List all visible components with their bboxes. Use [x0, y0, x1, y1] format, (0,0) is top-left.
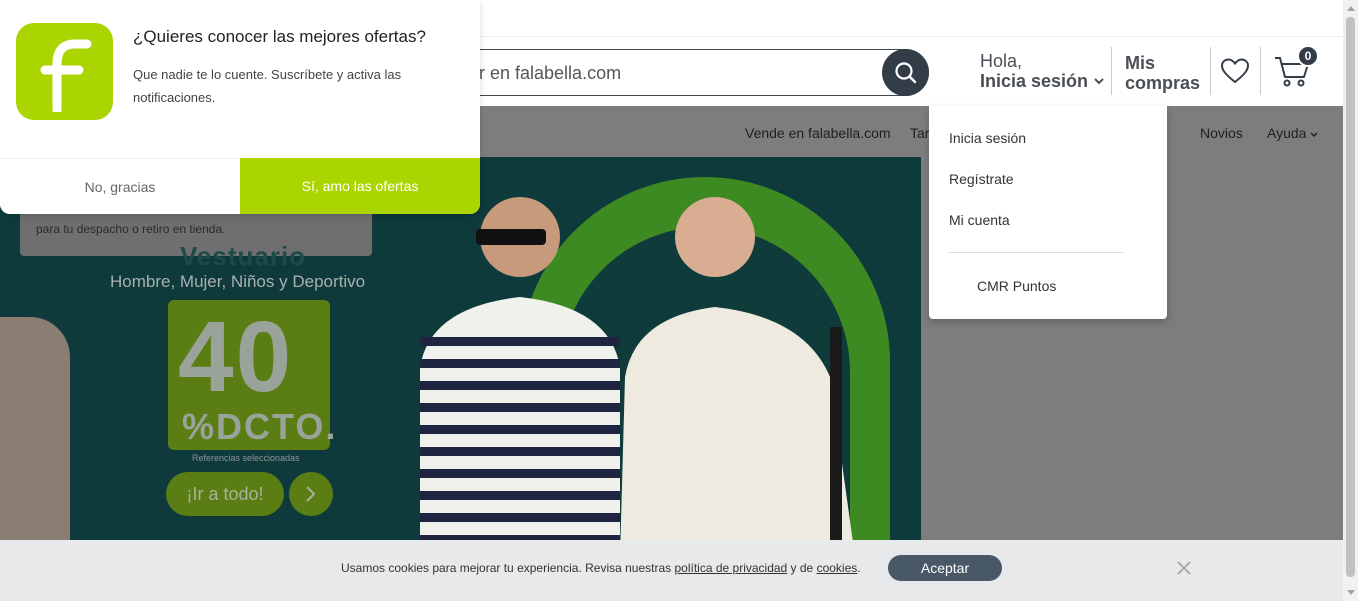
notification-body: Que nadie te lo cuente. Suscríbete y act…	[133, 67, 402, 105]
cart-count-badge: 0	[1297, 45, 1319, 67]
nav-item-novios[interactable]: Novios	[1200, 125, 1243, 141]
close-icon	[1177, 561, 1191, 575]
divider	[1111, 47, 1112, 95]
falabella-f-icon	[40, 39, 91, 112]
banner-model-edge	[0, 317, 70, 540]
nav-item-help[interactable]: Ayuda	[1267, 125, 1318, 141]
decline-button[interactable]: No, gracias	[0, 158, 240, 214]
account-menu-trigger[interactable]: Hola, Inicia sesión	[980, 51, 1104, 91]
greeting: Hola,	[980, 51, 1023, 71]
close-cookie-button[interactable]	[1176, 560, 1192, 581]
cookie-text-middle: y de	[787, 561, 817, 575]
banner-model-striped-shirt	[420, 197, 620, 540]
my-purchases-link[interactable]: Mis compras	[1125, 53, 1200, 93]
nav-item-sell[interactable]: Vende en falabella.com	[745, 125, 891, 141]
vertical-scrollbar[interactable]	[1343, 0, 1358, 601]
divider	[1210, 47, 1211, 95]
account-dropdown: Inicia sesión Regístrate Mi cuenta CMR P…	[929, 106, 1167, 319]
chevron-down-icon	[1310, 132, 1318, 138]
privacy-policy-link[interactable]: política de privacidad	[674, 561, 787, 575]
cookie-message: Usamos cookies para mejorar tu experienc…	[341, 561, 861, 575]
banner-categories: Hombre, Mujer, Niños y Deportivo	[110, 272, 366, 291]
search-icon	[894, 61, 916, 83]
chevron-down-icon	[1094, 77, 1104, 84]
my-purchases-line2: compras	[1125, 73, 1201, 93]
nav-help-label: Ayuda	[1267, 125, 1307, 141]
notification-title: ¿Quieres conocer las mejores ofertas?	[133, 27, 426, 46]
accept-offers-button[interactable]: Sí, amo las ofertas	[240, 158, 480, 214]
banner-model-white-sweater	[620, 197, 853, 540]
page: r en falabella.com Hola, Inicia sesión M…	[0, 0, 1358, 601]
menu-item-register[interactable]: Regístrate	[949, 171, 1014, 187]
wishlist-button[interactable]	[1220, 57, 1250, 90]
search-button[interactable]	[882, 49, 929, 96]
search-bar[interactable]: r en falabella.com	[440, 49, 929, 96]
banner-references: Referencias seleccionadas	[192, 453, 300, 463]
banner-heading: Vestuario	[180, 241, 307, 271]
discount-number: 40	[178, 301, 294, 413]
accept-cookies-button[interactable]: Aceptar	[888, 555, 1002, 581]
banner-cta-button[interactable]: ¡Ir a todo!	[166, 472, 284, 516]
scroll-up-arrow-icon[interactable]	[1347, 6, 1355, 11]
discount-badge: 40 %DCTO.	[168, 300, 335, 450]
divider	[1260, 47, 1261, 95]
menu-item-cmr-points[interactable]: CMR Puntos	[977, 278, 1056, 294]
tooltip-text: para tu despacho o retiro en tienda.	[36, 222, 226, 236]
menu-divider	[949, 252, 1124, 253]
chevron-right-icon	[306, 486, 316, 502]
scrollbar-thumb[interactable]	[1346, 17, 1355, 577]
login-label: Inicia sesión	[980, 71, 1089, 91]
falabella-logo	[16, 23, 113, 120]
discount-label: %DCTO.	[182, 406, 338, 447]
heart-icon	[1220, 58, 1250, 84]
menu-item-login[interactable]: Inicia sesión	[949, 130, 1026, 146]
notification-prompt: ¿Quieres conocer las mejores ofertas? Qu…	[0, 0, 480, 214]
promo-banner[interactable]: para tu despacho o retiro en tienda. Ves…	[0, 157, 921, 540]
cookies-link[interactable]: cookies	[817, 561, 858, 575]
banner-next-button[interactable]	[289, 472, 333, 516]
scroll-down-arrow-icon[interactable]	[1347, 590, 1355, 595]
nav-item-stores[interactable]: Tar	[910, 125, 929, 141]
search-input[interactable]: r en falabella.com	[479, 63, 621, 84]
cookie-bar: Usamos cookies para mejorar tu experienc…	[0, 540, 1343, 601]
cookie-text-end: .	[857, 561, 861, 575]
my-purchases-line1: Mis	[1125, 53, 1156, 73]
menu-item-my-account[interactable]: Mi cuenta	[949, 212, 1010, 228]
cookie-text-start: Usamos cookies para mejorar tu experienc…	[341, 561, 675, 575]
login-link[interactable]: Inicia sesión	[980, 71, 1104, 91]
